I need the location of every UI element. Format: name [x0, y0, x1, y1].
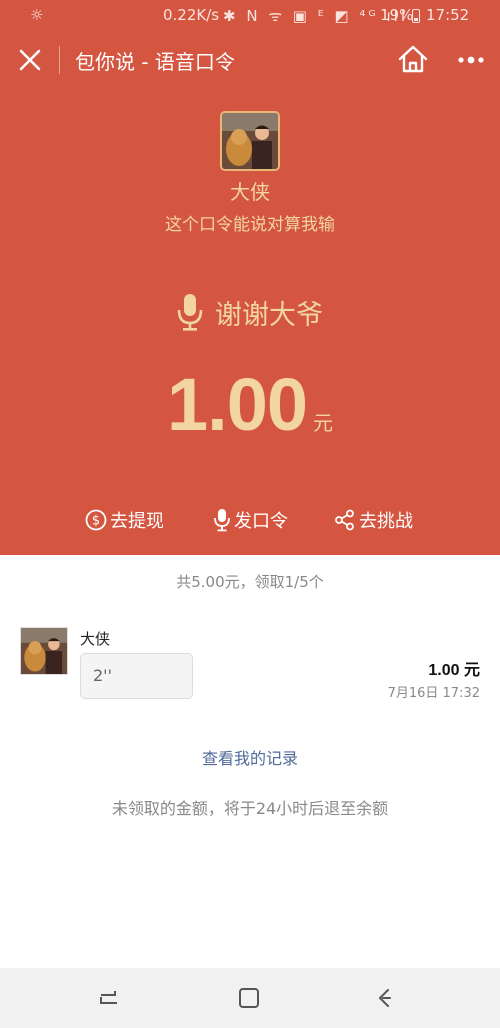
view-my-records-link[interactable]: 查看我的记录	[0, 745, 500, 769]
notification-icon: ☼	[30, 6, 44, 24]
sender-message: 这个口令能说对算我输	[165, 215, 335, 235]
header-bar: 包你说 - 语音口令	[0, 34, 500, 86]
svg-text:$: $	[92, 514, 100, 529]
voice-message-bubble[interactable]: 2''	[80, 653, 193, 699]
expire-note: 未领取的金额，将于24小时后退至余额	[111, 799, 389, 818]
action-bar: $ 去提现 发口令 去挑战	[0, 505, 500, 537]
close-icon	[19, 49, 41, 71]
send-password-label: 发口令	[234, 511, 288, 532]
avatar-photo	[21, 628, 67, 674]
network-speed: 0.22K/s	[163, 6, 220, 24]
sender-avatar	[220, 111, 280, 171]
status-bar: ☼ 0.22K/s ✱ N ᯤ ▣ ᴱ ◩ ⁴ᴳ ıll 19% 17:52	[0, 0, 500, 32]
withdraw-button[interactable]: $ 去提现	[85, 505, 164, 535]
avatar	[20, 627, 68, 675]
home-button[interactable]	[396, 42, 430, 76]
header-divider	[59, 46, 60, 74]
record-amount: 1.00 元	[428, 662, 480, 679]
close-button[interactable]	[14, 44, 46, 76]
voice-duration: 2''	[93, 666, 112, 685]
home-icon	[398, 45, 428, 73]
share-icon	[335, 509, 354, 531]
home-nav-button[interactable]	[234, 983, 264, 1013]
challenge-button[interactable]: 去挑战	[334, 505, 413, 535]
page-title: 包你说 - 语音口令	[75, 50, 235, 74]
recent-apps-button[interactable]	[95, 983, 125, 1013]
received-amount: 1.00	[166, 363, 308, 446]
record-name: 大侠	[80, 630, 111, 648]
send-password-button[interactable]: 发口令	[213, 505, 288, 535]
envelope-summary: 共5.00元，领取1/5个	[176, 573, 324, 591]
more-button[interactable]	[456, 46, 486, 74]
system-nav-bar	[0, 968, 500, 1028]
battery-icon	[412, 9, 420, 23]
voice-phrase: 谢谢大爷	[215, 299, 323, 331]
battery-percent: 19%	[380, 6, 414, 24]
challenge-label: 去挑战	[359, 511, 413, 532]
sender-name: 大侠	[230, 180, 270, 204]
square-home-icon	[239, 988, 259, 1008]
amount-unit: 元	[313, 411, 334, 435]
voice-phrase-row: 谢谢大爷	[0, 292, 500, 332]
microphone-icon	[177, 294, 203, 331]
amount-row: 1.00 元	[0, 362, 500, 446]
avatar-photo	[222, 113, 278, 169]
withdraw-label: 去提现	[110, 511, 164, 532]
back-button[interactable]	[370, 983, 400, 1013]
more-icon	[458, 56, 484, 64]
recent-apps-icon	[100, 991, 117, 1004]
status-time: 17:52	[426, 6, 470, 24]
microphone-icon	[214, 509, 230, 532]
back-arrow-icon	[379, 989, 391, 1007]
dollar-icon: $	[85, 509, 107, 531]
record-time: 7月16日 17:32	[387, 686, 480, 701]
